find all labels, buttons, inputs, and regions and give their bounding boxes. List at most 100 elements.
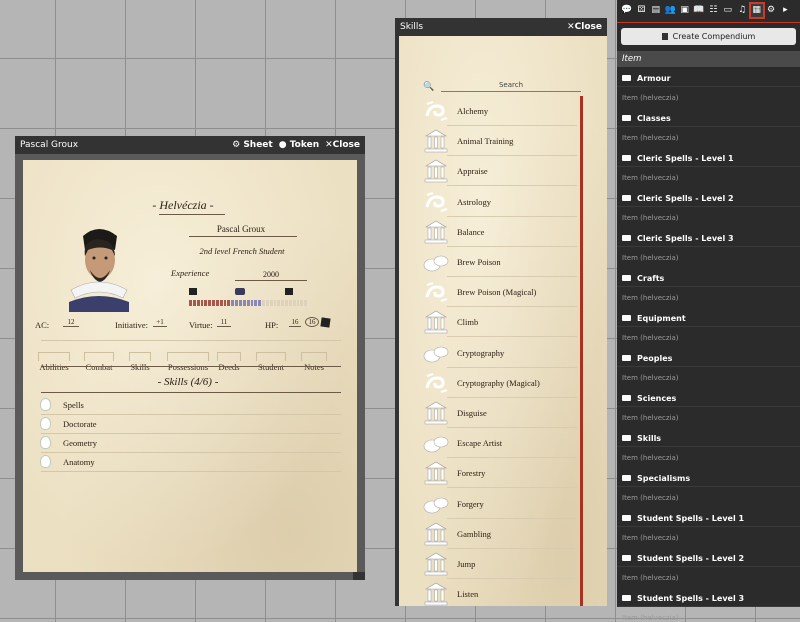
skill-item-label[interactable]: Alchemy <box>457 106 488 116</box>
folder-subtitle[interactable]: Item (helveczia) <box>622 134 679 142</box>
folder-subtitle[interactable]: Item (helveczia) <box>622 494 679 502</box>
compendium-icon[interactable]: ▦ <box>748 2 765 19</box>
skill-item[interactable]: Cryptography (Magical) <box>417 368 577 398</box>
skill-item[interactable]: Balance <box>417 217 577 247</box>
skill-item[interactable]: Animal Training <box>417 126 577 157</box>
experience-value[interactable]: 2000 <box>235 270 307 279</box>
folder-item[interactable]: Skills <box>622 434 661 443</box>
folder-item[interactable]: Student Spells - Level 3 <box>622 594 744 603</box>
close-button[interactable]: ✕Close <box>325 140 360 150</box>
skill-item-label[interactable]: Brew Poison <box>457 257 501 267</box>
arrow-right-icon[interactable]: ▸ <box>779 4 791 17</box>
skill-item[interactable]: Brew Poison <box>417 247 577 277</box>
folder-item[interactable]: Sciences <box>622 394 676 403</box>
skill-item[interactable]: Astrology <box>417 187 577 217</box>
character-window-titlebar[interactable]: Pascal Groux ⚙ Sheet ● Token ✕Close <box>15 136 365 154</box>
skills-compendium-window[interactable]: Skills ✕Close 🔍 Search Alchemy Animal Tra… <box>395 18 607 606</box>
skill-item[interactable]: Appraise <box>417 156 577 187</box>
folder-item[interactable]: Cleric Spells - Level 3 <box>622 234 734 243</box>
tab-combat[interactable]: Combat <box>81 352 117 372</box>
skill-item[interactable]: Jump <box>417 549 577 579</box>
folder-subtitle[interactable]: Item (helveczia) <box>622 254 679 262</box>
folder-subtitle[interactable]: Item (helveczia) <box>622 374 679 382</box>
search-input[interactable]: Search <box>441 79 581 92</box>
sheet-button[interactable]: ⚙ Sheet <box>232 140 273 150</box>
skill-item-label[interactable]: Animal Training <box>457 136 513 146</box>
skill-item[interactable]: Forestry <box>417 458 577 489</box>
folder-item[interactable]: Cleric Spells - Level 2 <box>622 194 734 203</box>
skill-item[interactable]: Disguise <box>417 398 577 428</box>
card-icon[interactable]: ▭ <box>722 4 734 17</box>
folder-item[interactable]: Equipment <box>622 314 686 323</box>
folder-item[interactable]: Cleric Spells - Level 1 <box>622 154 734 163</box>
folder-item[interactable]: Specialisms <box>622 474 690 483</box>
chat-icon[interactable]: 💬 <box>621 4 633 17</box>
skill-row[interactable]: Geometry <box>41 434 341 453</box>
dice-icon[interactable] <box>320 317 331 328</box>
character-name[interactable]: Pascal Groux <box>191 224 291 234</box>
book-icon[interactable]: 📖 <box>693 4 705 17</box>
skill-item[interactable]: Alchemy <box>417 96 577 126</box>
folder-item[interactable]: Classes <box>622 114 671 123</box>
person-icon[interactable] <box>189 288 197 295</box>
skill-item[interactable]: Listen <box>417 579 577 606</box>
skill-item[interactable]: Cryptography <box>417 338 577 368</box>
folder-subtitle[interactable]: Item (helveczia) <box>622 94 679 102</box>
initiative-value[interactable]: +1 <box>153 318 167 327</box>
skill-row[interactable]: Anatomy <box>41 453 341 472</box>
skill-item-label[interactable]: Disguise <box>457 408 487 418</box>
skill-item[interactable]: Gambling <box>417 519 577 549</box>
skill-row[interactable]: Spells <box>41 396 341 415</box>
create-compendium-button[interactable]: Create Compendium <box>621 28 796 45</box>
folder-item[interactable]: Crafts <box>622 274 664 283</box>
folder-subtitle[interactable]: Item (helveczia) <box>622 414 679 422</box>
skill-item-label[interactable]: Appraise <box>457 166 488 176</box>
skill-item-label[interactable]: Gambling <box>457 529 491 539</box>
folder-subtitle[interactable]: Item (helveczia) <box>622 614 679 622</box>
skill-item-label[interactable]: Listen <box>457 589 478 599</box>
folder-subtitle[interactable]: Item (helveczia) <box>622 334 679 342</box>
hp-current[interactable]: 16 <box>289 318 301 327</box>
grid-icon[interactable]: ☷ <box>707 4 719 17</box>
ac-value[interactable]: 12 <box>63 318 79 327</box>
tab-possessions[interactable]: Possessions <box>163 352 213 372</box>
folder-item[interactable]: Student Spells - Level 1 <box>622 514 744 523</box>
skills-window-titlebar[interactable]: Skills ✕Close <box>395 18 607 36</box>
hp-max[interactable]: 16 <box>305 317 319 327</box>
map-icon[interactable]: ▤ <box>650 4 662 17</box>
folder-subtitle[interactable]: Item (helveczia) <box>622 294 679 302</box>
music-icon[interactable]: ♫ <box>736 4 748 17</box>
tab-deeds[interactable]: Deeds <box>215 352 243 372</box>
skill-item[interactable]: Brew Poison (Magical) <box>417 277 577 308</box>
skill-item-label[interactable]: Balance <box>457 227 484 237</box>
tab-skills[interactable]: Skills <box>127 352 153 372</box>
scrollbar[interactable] <box>580 96 583 606</box>
close-button[interactable]: ✕Close <box>567 22 602 32</box>
settings-icon[interactable]: ⚙ <box>765 4 777 17</box>
skill-item-label[interactable]: Escape Artist <box>457 438 502 448</box>
folder-subtitle[interactable]: Item (helveczia) <box>622 574 679 582</box>
skill-item-label[interactable]: Astrology <box>457 197 491 207</box>
people-icon[interactable]: 👥 <box>664 4 676 17</box>
skill-item-label[interactable]: Cryptography <box>457 348 504 358</box>
virtue-value[interactable]: 11 <box>217 318 231 327</box>
tab-abilities[interactable]: Abilities <box>35 352 73 372</box>
dice-icon[interactable]: ⚄ <box>635 4 647 17</box>
person-icon[interactable] <box>285 288 293 295</box>
folder-subtitle[interactable]: Item (helveczia) <box>622 174 679 182</box>
folder-item[interactable]: Peoples <box>622 354 672 363</box>
skill-item-label[interactable]: Jump <box>457 559 475 569</box>
skill-item-label[interactable]: Cryptography (Magical) <box>457 378 540 388</box>
character-sheet-window[interactable]: Pascal Groux ⚙ Sheet ● Token ✕Close - He… <box>15 136 365 580</box>
skill-item[interactable]: Forgery <box>417 489 577 519</box>
folder-item[interactable]: Armour <box>622 74 671 83</box>
skill-item[interactable]: Escape Artist <box>417 428 577 459</box>
skill-row[interactable]: Doctorate <box>41 415 341 434</box>
token-button[interactable]: ● Token <box>279 140 319 150</box>
skill-item-label[interactable]: Climb <box>457 317 478 327</box>
portrait[interactable] <box>63 220 135 312</box>
folder-subtitle[interactable]: Item (helveczia) <box>622 214 679 222</box>
folder-subtitle[interactable]: Item (helveczia) <box>622 534 679 542</box>
skill-item-label[interactable]: Brew Poison (Magical) <box>457 287 536 297</box>
folder-subtitle[interactable]: Item (helveczia) <box>622 454 679 462</box>
